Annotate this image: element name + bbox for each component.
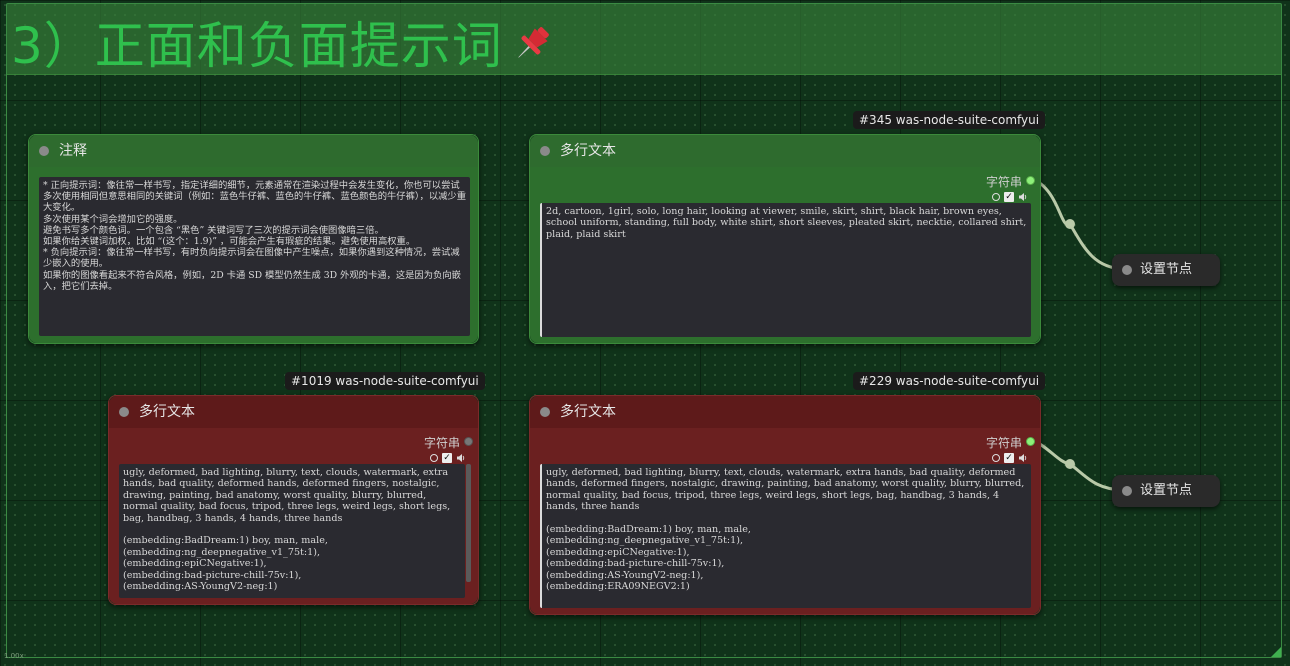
- checkbox-icon[interactable]: ✓: [1004, 453, 1014, 463]
- circle-icon[interactable]: [992, 193, 1000, 201]
- zoom-level: 1.00x: [4, 652, 24, 660]
- note-node[interactable]: 注释 * 正向提示词：像往常一样书写，指定详细的细节，元素通常在渲染过程中会发生…: [28, 134, 479, 344]
- node-title-bar[interactable]: 多行文本: [530, 396, 1040, 428]
- group-title: 3）正面和负面提示词: [11, 6, 555, 79]
- negative-prompt-textarea-left[interactable]: ugly, deformed, bad lighting, blurry, te…: [119, 464, 465, 598]
- note-textarea[interactable]: * 正向提示词：像往常一样书写，指定详细的细节，元素通常在渲染过程中会发生变化，…: [39, 177, 470, 336]
- collapse-dot-icon[interactable]: [1122, 486, 1132, 496]
- node-title: 设置节点: [1140, 262, 1193, 277]
- output-slot[interactable]: [464, 437, 473, 446]
- group-resize-handle[interactable]: [1271, 647, 1281, 657]
- output-label: 字符串: [423, 436, 460, 450]
- node-badge: #229 was-node-suite-comfyui: [853, 372, 1046, 390]
- output-label: 字符串: [985, 436, 1022, 450]
- collapse-dot-icon[interactable]: [1122, 265, 1132, 275]
- group-header[interactable]: 3）正面和负面提示词: [7, 4, 1281, 75]
- node-body: 字符串 ✓ 2d, cartoon, 1girl, solo, long hai…: [530, 167, 1040, 343]
- positive-text-node[interactable]: 多行文本 字符串 ✓ 2d, cartoon, 1girl, solo, lon…: [529, 134, 1041, 344]
- node-title: 设置节点: [1140, 483, 1193, 498]
- collapse-dot-icon[interactable]: [540, 146, 550, 156]
- collapse-dot-icon[interactable]: [119, 407, 129, 417]
- set-node-top[interactable]: 设置节点: [1112, 254, 1220, 286]
- output-slot[interactable]: [1026, 176, 1035, 185]
- pushpin-icon: [509, 21, 555, 79]
- negative-prompt-textarea-right[interactable]: ugly, deformed, bad lighting, blurry, te…: [540, 464, 1031, 608]
- output-label: 字符串: [985, 175, 1022, 189]
- circle-icon[interactable]: [992, 454, 1000, 462]
- node-title: 多行文本: [560, 404, 616, 420]
- node-body: 字符串 ✓ ugly, deformed, bad lighting, blur…: [109, 428, 478, 604]
- speaker-icon[interactable]: [1018, 192, 1028, 202]
- collapse-dot-icon[interactable]: [39, 146, 49, 156]
- node-title: 多行文本: [560, 143, 616, 159]
- node-title: 多行文本: [139, 404, 195, 420]
- widget-icons: ✓: [992, 191, 1028, 203]
- node-title-bar[interactable]: 注释: [29, 135, 478, 167]
- collapse-dot-icon[interactable]: [540, 407, 550, 417]
- negative-text-node-right[interactable]: 多行文本 字符串 ✓ ugly, deformed, bad lighting,…: [529, 395, 1041, 615]
- textarea-scrollbar[interactable]: [466, 464, 471, 582]
- node-badge: #345 was-node-suite-comfyui: [853, 111, 1046, 129]
- node-body: * 正向提示词：像往常一样书写，指定详细的细节，元素通常在渲染过程中会发生变化，…: [29, 167, 478, 343]
- widget-icons: ✓: [992, 452, 1028, 464]
- speaker-icon[interactable]: [1018, 453, 1028, 463]
- node-title: 注释: [59, 143, 87, 159]
- node-badge: #1019 was-node-suite-comfyui: [285, 372, 485, 390]
- widget-icons: ✓: [430, 452, 466, 464]
- node-body: 字符串 ✓ ugly, deformed, bad lighting, blur…: [530, 428, 1040, 614]
- positive-prompt-textarea[interactable]: 2d, cartoon, 1girl, solo, long hair, loo…: [540, 203, 1031, 337]
- checkbox-icon[interactable]: ✓: [442, 453, 452, 463]
- set-node-bottom[interactable]: 设置节点: [1112, 475, 1220, 507]
- node-title-bar[interactable]: 多行文本: [109, 396, 478, 428]
- workflow-canvas[interactable]: 3）正面和负面提示词 注释 * 正向提示词：像往常一样书写，指定详细的细节，元素…: [0, 0, 1290, 666]
- circle-icon[interactable]: [430, 454, 438, 462]
- checkbox-icon[interactable]: ✓: [1004, 192, 1014, 202]
- output-slot[interactable]: [1026, 437, 1035, 446]
- node-title-bar[interactable]: 多行文本: [530, 135, 1040, 167]
- group-title-text: 3）正面和负面提示词: [11, 17, 503, 75]
- negative-text-node-left[interactable]: 多行文本 字符串 ✓ ugly, deformed, bad lighting,…: [108, 395, 479, 605]
- speaker-icon[interactable]: [456, 453, 466, 463]
